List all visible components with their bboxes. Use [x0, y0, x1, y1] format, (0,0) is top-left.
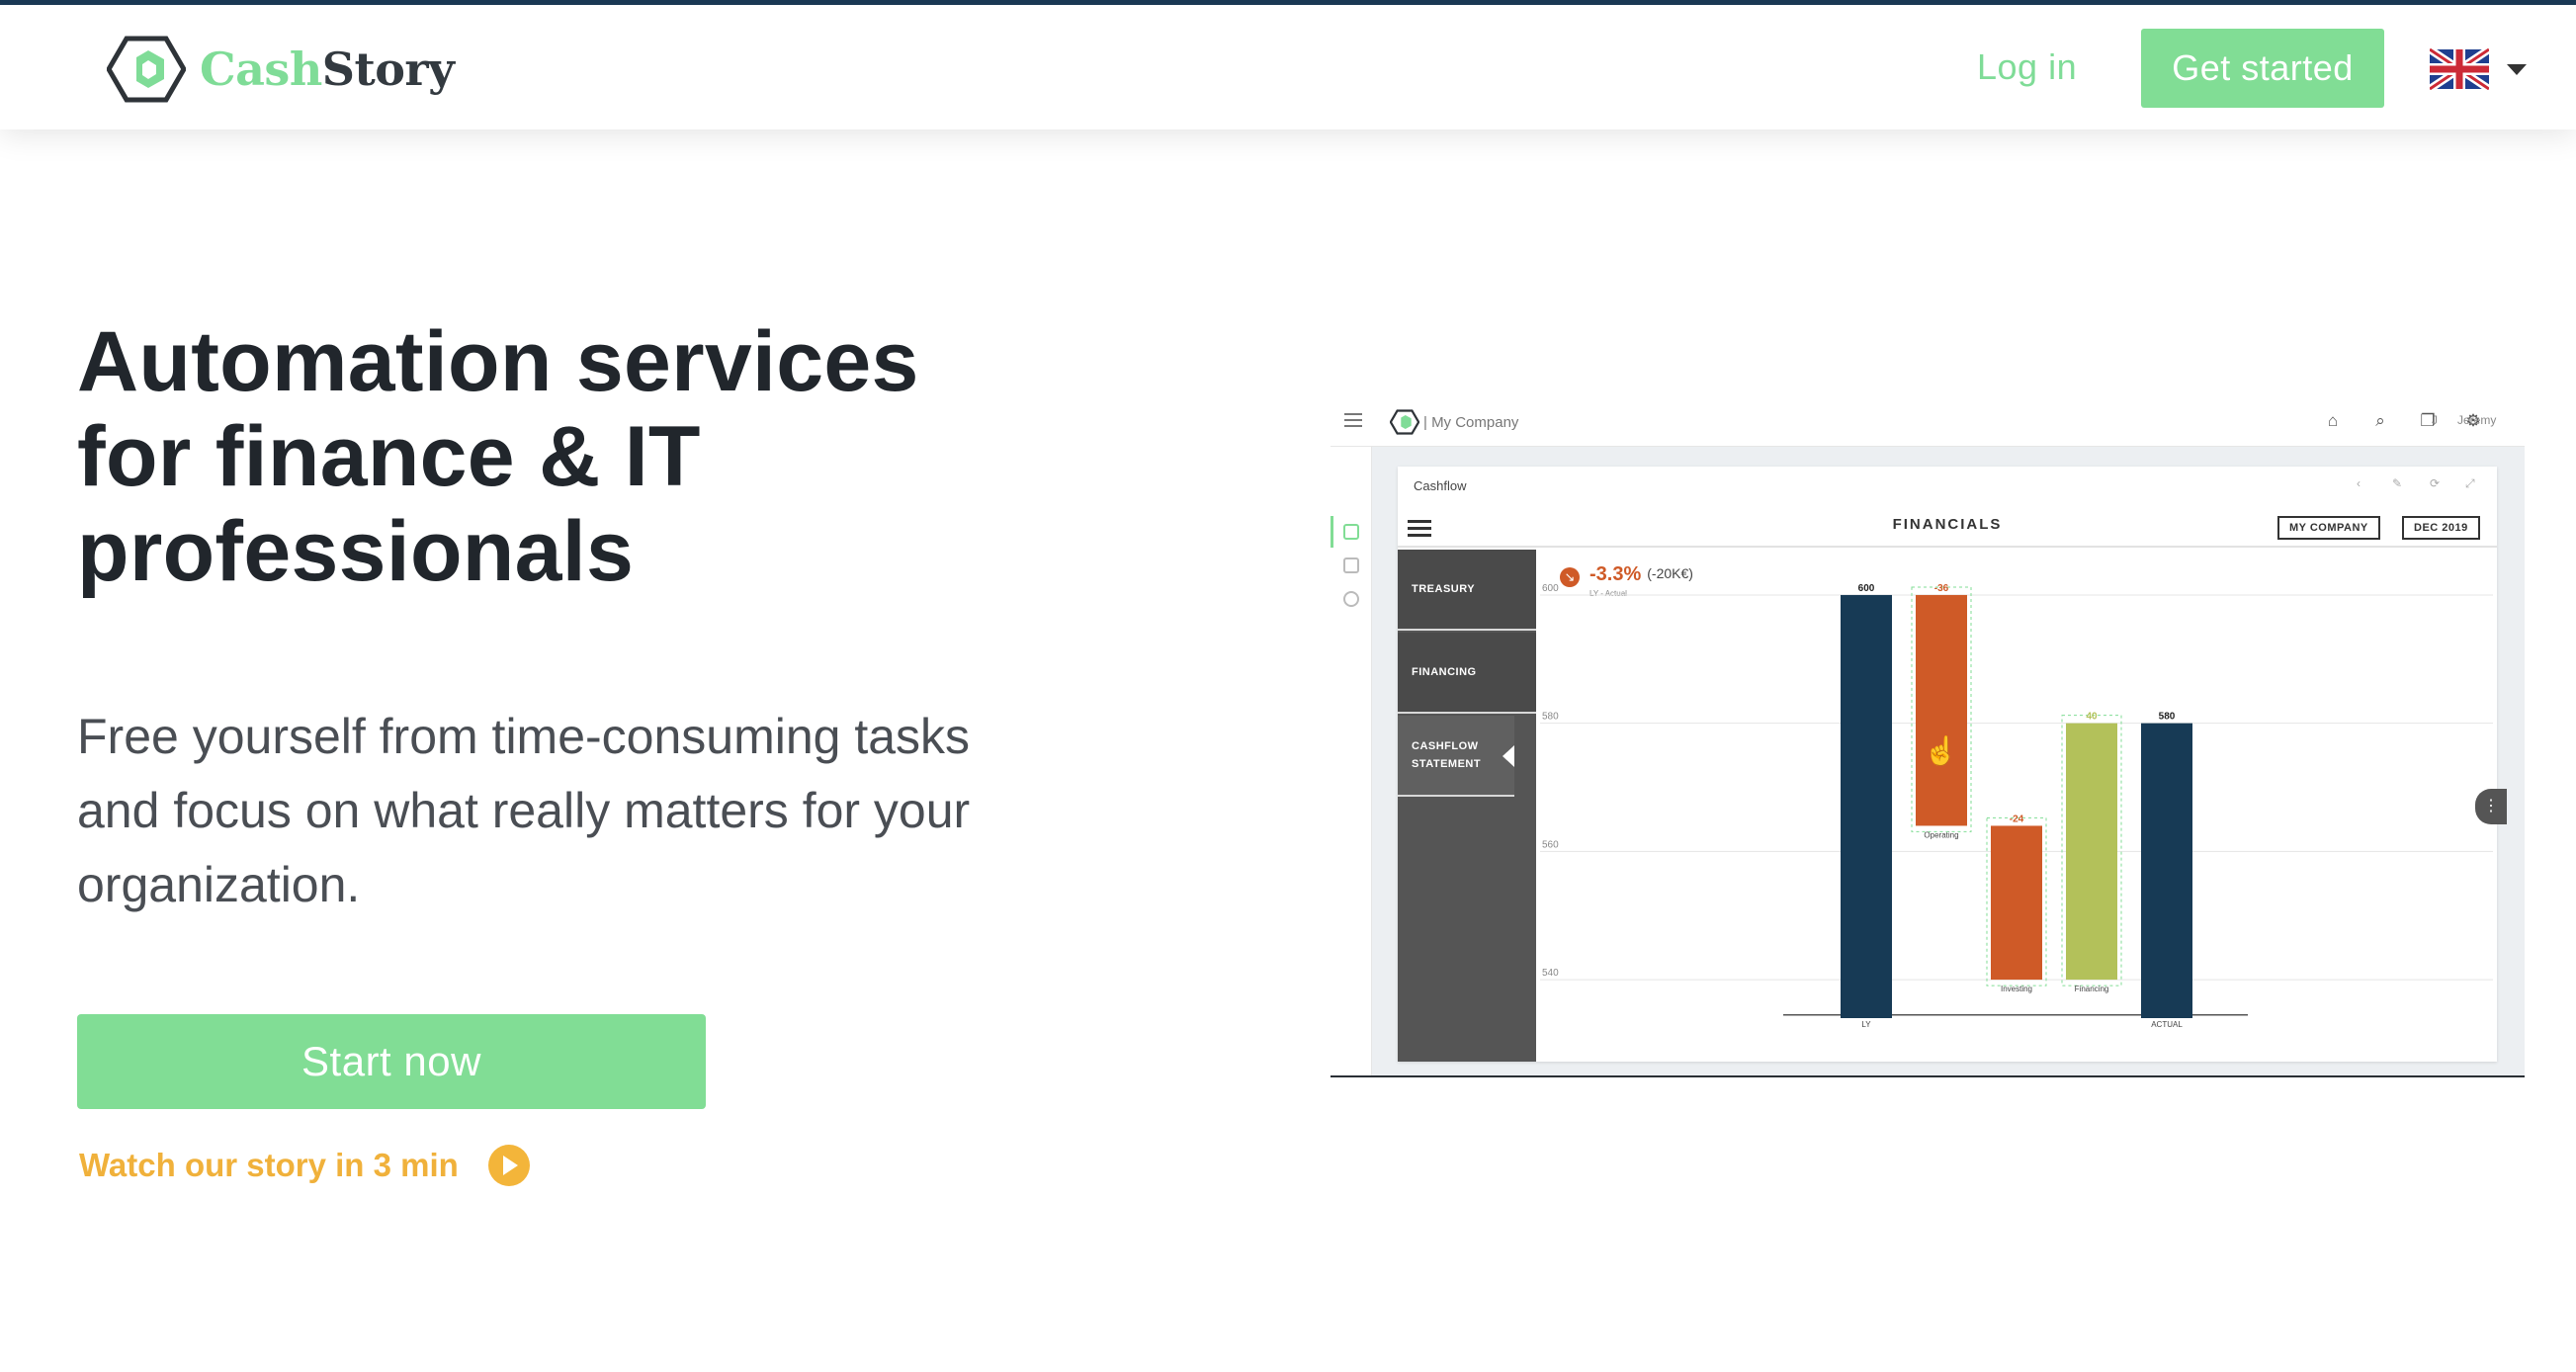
hand-cursor-icon: ☝	[1924, 735, 1958, 766]
bar-investing	[1991, 825, 2042, 981]
start-now-button[interactable]: Start now	[77, 1014, 706, 1109]
app-company-name: | My Company	[1423, 413, 1519, 431]
side-item-financing: FINANCING	[1398, 633, 1536, 714]
home-icon: ⌂	[2327, 411, 2339, 430]
data-label: 580	[2159, 712, 2176, 723]
category-label: LY	[1861, 1020, 1871, 1029]
bar-financing	[2066, 723, 2117, 981]
y-tick-label: 580	[1542, 712, 1559, 723]
login-link[interactable]: Log in	[1977, 46, 2077, 88]
company-selector: MY COMPANY	[2277, 516, 2380, 540]
chevron-down-icon	[2507, 63, 2527, 75]
dashboard-sidebar: TREASURY FINANCING CASHFLOW STATEMENT	[1398, 550, 1536, 1062]
y-tick-label: 600	[1542, 583, 1559, 594]
list-icon	[1343, 557, 1359, 573]
y-tick-label: 560	[1542, 839, 1559, 850]
watch-story-link[interactable]: Watch our story in 3 min	[79, 1145, 530, 1186]
logo-word-cash: Cash	[200, 43, 322, 96]
waterfall-chart: 540 560 580 600 600 LY -36 Operating -24 Investin…	[1540, 583, 2493, 1029]
cashstory-logo-icon	[107, 36, 186, 103]
back-icon: ‹	[2357, 476, 2361, 490]
side-item-cashflow-statement: CASHFLOW STATEMENT	[1398, 716, 1514, 797]
period-selector: DEC 2019	[2402, 516, 2480, 540]
navbar: CashStory Log in Get started	[0, 5, 2576, 129]
panel-title: Cashflow	[1414, 478, 1467, 493]
app-topbar: | My Company ⌂ ⌕ ❐ ⚙ J Jeremy	[1331, 395, 2525, 447]
app-user-initial: J	[2432, 413, 2438, 427]
side-item-treasury: TREASURY	[1398, 550, 1536, 631]
data-label: 600	[1858, 583, 1875, 594]
edit-icon: ✎	[2392, 476, 2403, 490]
language-selector[interactable]	[2430, 48, 2527, 90]
category-label: Investing	[2001, 985, 2032, 993]
expand-icon: ⤢	[2465, 476, 2475, 490]
get-started-button[interactable]: Get started	[2141, 29, 2384, 108]
dashboard-header: FINANCIALS MY COMPANY DEC 2019	[1398, 506, 2497, 548]
story-icon	[1343, 524, 1359, 540]
category-label: Operating	[1924, 830, 1958, 839]
bar-actual	[2141, 723, 2192, 1018]
search-icon: ⌕	[2375, 411, 2385, 430]
app-logo-icon	[1390, 409, 1419, 435]
data-label: -36	[1934, 583, 1949, 594]
app-left-rail	[1331, 447, 1372, 1075]
data-label: -24	[2010, 814, 2024, 824]
more-options-icon: ⋮	[2475, 789, 2507, 824]
play-icon[interactable]	[487, 1145, 530, 1186]
hero-title: Automation services for finance & IT pro…	[77, 314, 919, 599]
category-label: ACTUAL	[2151, 1020, 2183, 1029]
app-user-name: Jeremy	[2457, 413, 2497, 427]
watch-story-label: Watch our story in 3 min	[79, 1147, 459, 1183]
category-label: Financing	[2075, 985, 2109, 993]
logo-text: CashStory	[200, 43, 455, 96]
hero-subtitle: Free yourself from time-consuming tasks …	[77, 709, 971, 912]
bar-operating	[1916, 594, 1967, 826]
y-tick-label: 540	[1542, 968, 1559, 979]
bar-ly	[1841, 594, 1892, 1018]
rail-active-indicator	[1331, 516, 1333, 548]
app-logo: | My Company	[1390, 409, 1518, 435]
logo[interactable]: CashStory	[107, 35, 455, 104]
refresh-icon: ⟳	[2430, 476, 2441, 490]
uk-flag-icon	[2430, 48, 2489, 90]
data-label: 40	[2086, 712, 2098, 723]
menu-icon	[1344, 413, 1362, 431]
logo-word-story: Story	[321, 43, 455, 96]
lightbulb-icon	[1343, 591, 1359, 607]
